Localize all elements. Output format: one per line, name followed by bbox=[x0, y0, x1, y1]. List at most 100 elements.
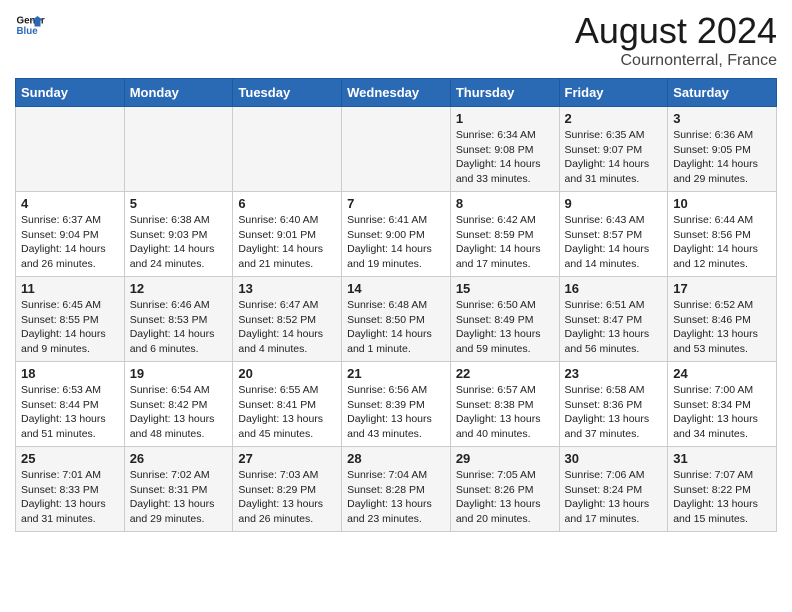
day-info: Sunrise: 7:00 AM Sunset: 8:34 PM Dayligh… bbox=[673, 383, 771, 442]
calendar-day-cell: 3Sunrise: 6:36 AM Sunset: 9:05 PM Daylig… bbox=[668, 107, 777, 192]
day-number: 2 bbox=[565, 111, 663, 126]
day-info: Sunrise: 6:43 AM Sunset: 8:57 PM Dayligh… bbox=[565, 213, 663, 272]
day-number: 25 bbox=[21, 451, 119, 466]
day-number: 30 bbox=[565, 451, 663, 466]
calendar-day-cell: 24 Sunrise: 7:00 AM Sunset: 8:34 PM Dayli… bbox=[668, 362, 777, 447]
title-area: August 2024 Cournonterral, France bbox=[575, 10, 777, 70]
svg-text:General: General bbox=[17, 16, 46, 27]
day-of-week-header: Friday bbox=[559, 79, 668, 107]
day-info: Sunrise: 6:38 AM Sunset: 9:03 PM Dayligh… bbox=[130, 213, 228, 272]
day-info: Sunrise: 7:07 AM Sunset: 8:22 PM Dayligh… bbox=[673, 468, 771, 527]
calendar-day-cell: 23 Sunrise: 6:58 AM Sunset: 8:36 PM Dayli… bbox=[559, 362, 668, 447]
calendar-table: SundayMondayTuesdayWednesdayThursdayFrid… bbox=[15, 78, 777, 532]
day-number: 7 bbox=[347, 196, 445, 211]
calendar-day-cell: 15 Sunrise: 6:50 AM Sunset: 8:49 PM Dayli… bbox=[450, 277, 559, 362]
day-info: Sunrise: 6:34 AM Sunset: 9:08 PM Dayligh… bbox=[456, 128, 554, 187]
day-number: 17 bbox=[673, 281, 771, 296]
calendar-day-cell: 12 Sunrise: 6:46 AM Sunset: 8:53 PM Dayli… bbox=[124, 277, 233, 362]
day-of-week-header: Saturday bbox=[668, 79, 777, 107]
day-of-week-header: Sunday bbox=[16, 79, 125, 107]
day-info: Sunrise: 6:56 AM Sunset: 8:39 PM Dayligh… bbox=[347, 383, 445, 442]
calendar-day-cell: 19 Sunrise: 6:54 AM Sunset: 8:42 PM Dayli… bbox=[124, 362, 233, 447]
day-info: Sunrise: 6:35 AM Sunset: 9:07 PM Dayligh… bbox=[565, 128, 663, 187]
day-of-week-header: Wednesday bbox=[342, 79, 451, 107]
header: General Blue August 2024 Cournonterral, … bbox=[15, 10, 777, 70]
logo: General Blue bbox=[15, 10, 45, 40]
day-info: Sunrise: 7:06 AM Sunset: 8:24 PM Dayligh… bbox=[565, 468, 663, 527]
calendar-day-cell: 10 Sunrise: 6:44 AM Sunset: 8:56 PM Dayli… bbox=[668, 192, 777, 277]
calendar-week-row: 11 Sunrise: 6:45 AM Sunset: 8:55 PM Dayli… bbox=[16, 277, 777, 362]
day-of-week-header: Thursday bbox=[450, 79, 559, 107]
calendar-day-cell: 8 Sunrise: 6:42 AM Sunset: 8:59 PM Daylig… bbox=[450, 192, 559, 277]
calendar-day-cell: 18Sunrise: 6:53 AM Sunset: 8:44 PM Dayli… bbox=[16, 362, 125, 447]
calendar-day-cell: 31 Sunrise: 7:07 AM Sunset: 8:22 PM Dayli… bbox=[668, 447, 777, 532]
calendar-day-cell: 6 Sunrise: 6:40 AM Sunset: 9:01 PM Daylig… bbox=[233, 192, 342, 277]
day-number: 31 bbox=[673, 451, 771, 466]
calendar-day-cell: 20Sunrise: 6:55 AM Sunset: 8:41 PM Dayli… bbox=[233, 362, 342, 447]
day-info: Sunrise: 6:50 AM Sunset: 8:49 PM Dayligh… bbox=[456, 298, 554, 357]
calendar-day-cell: 26 Sunrise: 7:02 AM Sunset: 8:31 PM Dayli… bbox=[124, 447, 233, 532]
calendar-day-cell: 28 Sunrise: 7:04 AM Sunset: 8:28 PM Dayli… bbox=[342, 447, 451, 532]
day-number: 8 bbox=[456, 196, 554, 211]
calendar-day-cell bbox=[124, 107, 233, 192]
calendar-day-cell: 9 Sunrise: 6:43 AM Sunset: 8:57 PM Daylig… bbox=[559, 192, 668, 277]
calendar-day-cell: 30 Sunrise: 7:06 AM Sunset: 8:24 PM Dayli… bbox=[559, 447, 668, 532]
day-number: 9 bbox=[565, 196, 663, 211]
calendar-day-cell: 25 Sunrise: 7:01 AM Sunset: 8:33 PM Dayli… bbox=[16, 447, 125, 532]
day-info: Sunrise: 6:47 AM Sunset: 8:52 PM Dayligh… bbox=[238, 298, 336, 357]
day-info: Sunrise: 6:53 AM Sunset: 8:44 PM Dayligh… bbox=[21, 383, 119, 442]
day-number: 28 bbox=[347, 451, 445, 466]
day-number: 10 bbox=[673, 196, 771, 211]
calendar-body: 1 Sunrise: 6:34 AM Sunset: 9:08 PM Daylig… bbox=[16, 107, 777, 532]
calendar-day-cell: 13 Sunrise: 6:47 AM Sunset: 8:52 PM Dayli… bbox=[233, 277, 342, 362]
day-number: 26 bbox=[130, 451, 228, 466]
day-info: Sunrise: 7:02 AM Sunset: 8:31 PM Dayligh… bbox=[130, 468, 228, 527]
day-info: Sunrise: 7:04 AM Sunset: 8:28 PM Dayligh… bbox=[347, 468, 445, 527]
day-number: 12 bbox=[130, 281, 228, 296]
calendar-week-row: 4 Sunrise: 6:37 AM Sunset: 9:04 PM Daylig… bbox=[16, 192, 777, 277]
day-info: Sunrise: 6:51 AM Sunset: 8:47 PM Dayligh… bbox=[565, 298, 663, 357]
day-info: Sunrise: 7:01 AM Sunset: 8:33 PM Dayligh… bbox=[21, 468, 119, 527]
day-number: 13 bbox=[238, 281, 336, 296]
day-info: Sunrise: 6:58 AM Sunset: 8:36 PM Dayligh… bbox=[565, 383, 663, 442]
calendar-week-row: 1 Sunrise: 6:34 AM Sunset: 9:08 PM Daylig… bbox=[16, 107, 777, 192]
calendar-day-cell: 27Sunrise: 7:03 AM Sunset: 8:29 PM Dayli… bbox=[233, 447, 342, 532]
day-number: 6 bbox=[238, 196, 336, 211]
day-info: Sunrise: 6:52 AM Sunset: 8:46 PM Dayligh… bbox=[673, 298, 771, 357]
calendar-day-cell bbox=[233, 107, 342, 192]
calendar-day-cell: 21Sunrise: 6:56 AM Sunset: 8:39 PM Dayli… bbox=[342, 362, 451, 447]
calendar-day-cell: 4 Sunrise: 6:37 AM Sunset: 9:04 PM Daylig… bbox=[16, 192, 125, 277]
day-number: 19 bbox=[130, 366, 228, 381]
day-info: Sunrise: 6:54 AM Sunset: 8:42 PM Dayligh… bbox=[130, 383, 228, 442]
day-info: Sunrise: 6:48 AM Sunset: 8:50 PM Dayligh… bbox=[347, 298, 445, 357]
day-info: Sunrise: 7:03 AM Sunset: 8:29 PM Dayligh… bbox=[238, 468, 336, 527]
day-info: Sunrise: 6:45 AM Sunset: 8:55 PM Dayligh… bbox=[21, 298, 119, 357]
month-year: August 2024 bbox=[575, 10, 777, 52]
day-number: 15 bbox=[456, 281, 554, 296]
day-info: Sunrise: 6:42 AM Sunset: 8:59 PM Dayligh… bbox=[456, 213, 554, 272]
day-number: 23 bbox=[565, 366, 663, 381]
calendar-day-cell bbox=[16, 107, 125, 192]
calendar-day-cell: 7Sunrise: 6:41 AM Sunset: 9:00 PM Daylig… bbox=[342, 192, 451, 277]
calendar-day-cell: 22 Sunrise: 6:57 AM Sunset: 8:38 PM Dayli… bbox=[450, 362, 559, 447]
day-number: 4 bbox=[21, 196, 119, 211]
day-number: 22 bbox=[456, 366, 554, 381]
day-info: Sunrise: 6:37 AM Sunset: 9:04 PM Dayligh… bbox=[21, 213, 119, 272]
day-info: Sunrise: 6:46 AM Sunset: 8:53 PM Dayligh… bbox=[130, 298, 228, 357]
day-number: 11 bbox=[21, 281, 119, 296]
day-number: 14 bbox=[347, 281, 445, 296]
location: Cournonterral, France bbox=[575, 52, 777, 70]
calendar-day-cell: 1 Sunrise: 6:34 AM Sunset: 9:08 PM Daylig… bbox=[450, 107, 559, 192]
day-info: Sunrise: 6:36 AM Sunset: 9:05 PM Dayligh… bbox=[673, 128, 771, 187]
day-number: 1 bbox=[456, 111, 554, 126]
calendar-day-cell bbox=[342, 107, 451, 192]
day-of-week-header: Monday bbox=[124, 79, 233, 107]
day-info: Sunrise: 6:57 AM Sunset: 8:38 PM Dayligh… bbox=[456, 383, 554, 442]
calendar-week-row: 25 Sunrise: 7:01 AM Sunset: 8:33 PM Dayli… bbox=[16, 447, 777, 532]
day-number: 24 bbox=[673, 366, 771, 381]
day-info: Sunrise: 6:40 AM Sunset: 9:01 PM Dayligh… bbox=[238, 213, 336, 272]
logo-icon: General Blue bbox=[15, 10, 45, 40]
calendar-day-cell: 11 Sunrise: 6:45 AM Sunset: 8:55 PM Dayli… bbox=[16, 277, 125, 362]
day-info: Sunrise: 6:44 AM Sunset: 8:56 PM Dayligh… bbox=[673, 213, 771, 272]
calendar-day-cell: 2 Sunrise: 6:35 AM Sunset: 9:07 PM Daylig… bbox=[559, 107, 668, 192]
